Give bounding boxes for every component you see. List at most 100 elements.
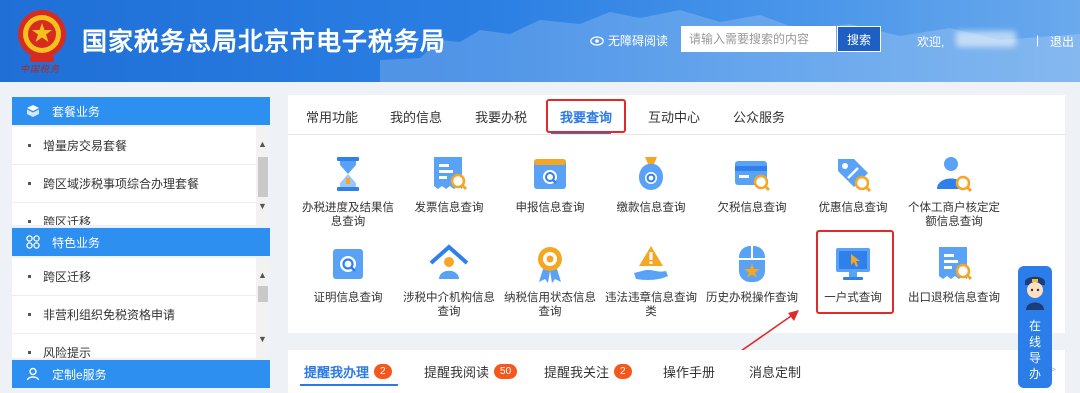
warning-hand-icon	[634, 246, 668, 280]
scroll-down-icon[interactable]: ▼	[258, 201, 267, 211]
search-button[interactable]: 搜索	[837, 26, 881, 52]
card-search-icon	[735, 161, 771, 192]
grid-item-declaration-query[interactable]: 申报信息查询	[504, 153, 596, 215]
online-guide-button[interactable]: 在线导办	[1018, 266, 1052, 388]
person-search-icon	[937, 157, 973, 193]
sidebar-item-label: 跨区域涉税事项综合办理套餐	[43, 177, 200, 191]
grid-item-progress-query[interactable]: 办税进度及结果信息查询	[302, 153, 394, 229]
export-refund-icon	[939, 247, 973, 281]
grid-item-label: 一户式查询	[824, 292, 882, 304]
count-badge: 2	[374, 364, 392, 379]
user-icon	[26, 367, 40, 381]
tab-query[interactable]: 我要查询	[560, 107, 612, 126]
sidebar-scrollbar[interactable]: ▲ ▼	[256, 127, 270, 225]
hourglass-icon	[337, 157, 359, 191]
scroll-up-icon[interactable]: ▲	[258, 270, 267, 280]
declaration-search-icon	[534, 159, 566, 189]
grid-item-invoice-query[interactable]: 发票信息查询	[403, 153, 495, 215]
sidebar-section-special[interactable]: 特色业务	[12, 228, 270, 256]
welcome-text: 欢迎,	[917, 35, 945, 49]
grid-item-label: 违法违章信息查询类	[605, 292, 697, 318]
header-separator: |	[1036, 33, 1040, 47]
btab-label: 消息定制	[749, 365, 802, 380]
tax-emblem-icon	[18, 10, 66, 62]
grid-item-individual-quota-query[interactable]: 个体工商户核定定额信息查询	[908, 153, 1000, 229]
tab-tax-handling[interactable]: 我要办税	[475, 107, 527, 126]
search-input[interactable]	[681, 26, 836, 52]
sidebar-item[interactable]: 跨区迁移	[12, 203, 256, 225]
certificate-search-icon	[333, 249, 363, 279]
grid-item-payment-query[interactable]: 缴款信息查询	[605, 153, 697, 215]
grid-item-label: 证明信息查询	[313, 292, 383, 304]
grid-item-label: 申报信息查询	[515, 202, 585, 214]
grid-item-history-query[interactable]: 历史办税操作查询	[706, 243, 798, 305]
agency-house-icon	[429, 244, 469, 279]
header-bar: 中国税务 国家税务总局北京市电子税务局 无障碍阅读 搜索 欢迎, | 退出	[0, 0, 1080, 82]
sidebar-section-custom[interactable]: 定制e服务	[12, 360, 270, 388]
logout-link[interactable]: 退出	[1050, 33, 1074, 50]
guide-avatar-icon	[1025, 276, 1045, 310]
grid-icon	[26, 235, 40, 249]
btab-to-handle[interactable]: 提醒我办理 2	[304, 362, 392, 381]
sidebar-item[interactable]: 跨区迁移	[12, 258, 256, 296]
invoice-search-icon	[434, 157, 468, 191]
sidebar-item[interactable]: 风险提示	[12, 334, 256, 358]
sidebar-item-label: 跨区迁移	[43, 215, 92, 225]
sidebar-section-title: 定制e服务	[52, 367, 107, 382]
grid-item-credit-query[interactable]: 纳税信用状态信息查询	[504, 243, 596, 319]
grid-item-label: 优惠信息查询	[818, 202, 888, 214]
grid-item-label: 涉税中介机构信息查询	[403, 292, 495, 318]
grid-item-preferential-query[interactable]: 优惠信息查询	[807, 153, 899, 215]
sidebar-item[interactable]: 跨区域涉税事项综合办理套餐	[12, 165, 256, 203]
grid-item-label: 缴款信息查询	[616, 202, 686, 214]
tab-common[interactable]: 常用功能	[306, 107, 358, 126]
main-panel: 常用功能 我的信息 我要办税 我要查询 互动中心 公众服务 办税进度及结果信息查…	[288, 95, 1065, 333]
monitor-cursor-icon	[836, 248, 870, 280]
btab-to-follow[interactable]: 提醒我关注 2	[544, 362, 632, 381]
grid-item-arrears-query[interactable]: 欠税信息查询	[706, 153, 798, 215]
scroll-down-icon[interactable]: ▼	[258, 334, 267, 344]
grid-item-export-refund-query[interactable]: 出口退税信息查询	[908, 243, 1000, 305]
guide-label: 在线导办	[1028, 319, 1041, 381]
grid-item-violation-query[interactable]: 违法违章信息查询类	[605, 243, 697, 319]
btab-message-settings[interactable]: 消息定制	[749, 362, 801, 381]
tab-public-service[interactable]: 公众服务	[733, 107, 785, 126]
tab-interaction[interactable]: 互动中心	[648, 107, 700, 126]
btab-label: 操作手册	[663, 365, 716, 380]
sidebar-item-label: 增量房交易套餐	[43, 139, 128, 153]
accessibility-link[interactable]: 无障碍阅读	[590, 32, 668, 49]
site-title: 国家税务总局北京市电子税务局	[82, 28, 447, 56]
grid-item-label: 办税进度及结果信息查询	[302, 202, 394, 228]
sidebar-list-package: 增量房交易套餐 跨区域涉税事项综合办理套餐 跨区迁移 ▲ ▼	[12, 127, 270, 225]
discount-tag-icon	[838, 159, 872, 193]
emblem-caption: 中国税务	[20, 65, 61, 75]
sidebar-scrollbar[interactable]: ▲ ▼	[256, 258, 270, 358]
btab-to-read[interactable]: 提醒我阅读 50	[424, 362, 518, 381]
sidebar-section-package[interactable]: 套餐业务	[12, 97, 270, 125]
grid-item-label: 发票信息查询	[414, 202, 484, 214]
sidebar-section-title: 特色业务	[52, 235, 101, 250]
grid-item-agency-query[interactable]: 涉税中介机构信息查询	[403, 243, 495, 319]
reminder-panel: 提醒我办理 2 提醒我阅读 50 提醒我关注 2 操作手册 消息定制 >>	[288, 350, 1065, 393]
btab-manual[interactable]: 操作手册	[663, 362, 715, 381]
btab-label: 提醒我办理	[304, 365, 370, 380]
sidebar-item[interactable]: 非营利组织免税资格申请	[12, 296, 256, 334]
scroll-thumb[interactable]	[258, 286, 268, 302]
grid-item-label: 欠税信息查询	[717, 202, 787, 214]
grid-item-certificate-query[interactable]: 证明信息查询	[302, 243, 394, 305]
scroll-thumb[interactable]	[258, 157, 268, 197]
accessibility-label: 无障碍阅读	[608, 34, 669, 48]
sidebar-item[interactable]: 增量房交易套餐	[12, 127, 256, 165]
sidebar-item-label: 风险提示	[43, 346, 92, 358]
sidebar-section-title: 套餐业务	[52, 104, 101, 119]
btab-label: 提醒我阅读	[424, 365, 490, 380]
username-redacted	[956, 31, 1016, 47]
scroll-up-icon[interactable]: ▲	[258, 139, 267, 149]
tab-my-info[interactable]: 我的信息	[390, 107, 442, 126]
count-badge: 50	[494, 364, 518, 379]
grid-item-label: 历史办税操作查询	[706, 292, 798, 304]
credit-medal-icon	[538, 247, 562, 283]
grid-item-one-stop-query[interactable]: 一户式查询	[807, 243, 899, 305]
btab-label: 提醒我关注	[544, 365, 610, 380]
grid-item-label: 出口退税信息查询	[908, 292, 1000, 304]
